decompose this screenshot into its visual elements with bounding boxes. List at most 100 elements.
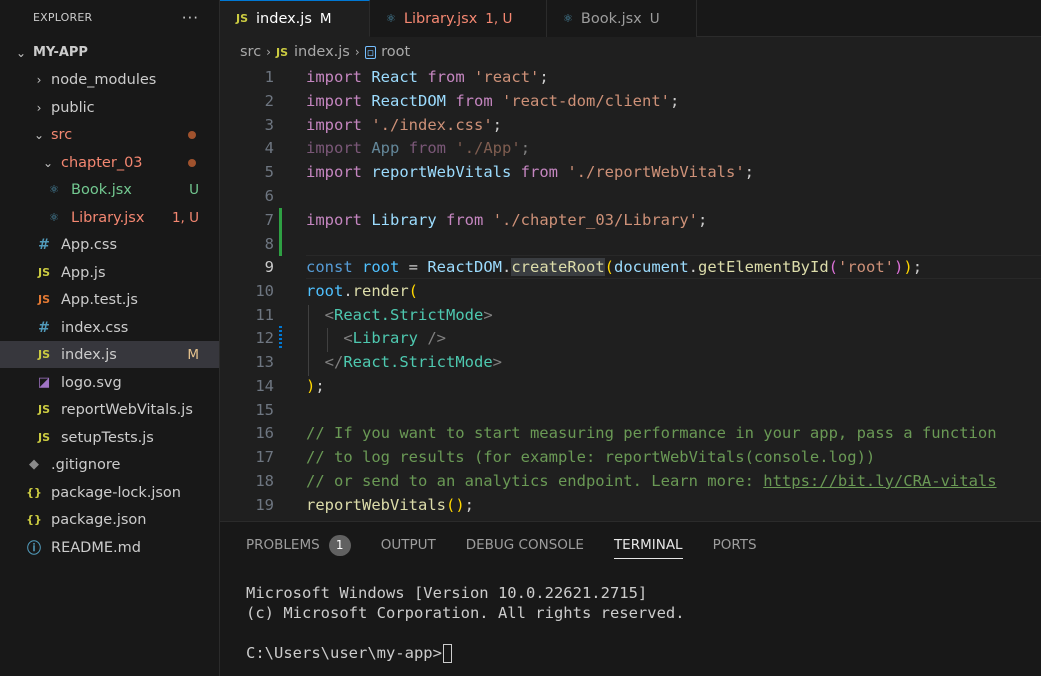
tree-item-label: App.css [61,236,118,253]
more-actions-icon[interactable]: ··· [182,9,199,27]
tab-problems[interactable]: PROBLEMS 1 [246,522,351,568]
tree-item-label: App.js [61,264,106,281]
tab-status: 1, U [485,10,513,27]
tree-item-label: index.css [61,319,129,336]
code-line: 1 import React from 'react'; [220,67,1041,89]
code-line: 7 import Library from './chapter_03/Libr… [220,208,1041,232]
chevron-down-icon: ⌄ [15,45,27,60]
react-file-icon: ⚛ [563,12,573,25]
code-line: 18 // or send to an analytics endpoint. … [220,469,1041,493]
code-link[interactable]: https://bit.ly/CRA-vitals [763,472,996,490]
panel-tabs: PROBLEMS 1 OUTPUT DEBUG CONSOLE TERMINAL… [220,522,1041,568]
terminal[interactable]: Microsoft Windows [Version 10.0.22621.27… [220,568,1041,663]
react-file-icon: ⚛ [49,183,59,196]
tree-item-label: index.js [61,346,117,363]
tree-item-readme[interactable]: ⓘ README.md [0,534,219,561]
css-file-icon: # [38,236,50,253]
tree-item-label: node_modules [51,71,157,88]
js-file-icon: JS [37,431,50,444]
tree-item-src[interactable]: ⌄ src [0,121,219,148]
editor-tabs: JS index.js M ⚛ Library.jsx 1, U ⚛ Book.… [220,0,1041,37]
git-file-icon: ◆ [29,457,39,472]
react-file-icon: ⚛ [49,211,59,224]
line-number: 10 [255,281,274,300]
tree-item-label: package.json [51,511,147,528]
tree-item-package-json[interactable]: {} package.json [0,506,219,533]
line-number: 6 [264,186,274,205]
terminal-line: Microsoft Windows [Version 10.0.22621.27… [246,584,648,602]
breadcrumb-symbol[interactable]: root [381,44,410,60]
terminal-prompt: C:\Users\user\my-app> [246,644,442,662]
line-number: 18 [255,471,274,490]
tree-item-setup-tests[interactable]: JS setupTests.js [0,424,219,451]
js-file-icon: JS [37,266,50,279]
code-line: 3 import './index.css'; [220,113,1041,137]
tree-item-label: chapter_03 [61,154,143,171]
line-number: 16 [255,423,274,442]
info-file-icon: ⓘ [27,540,41,557]
problems-count-badge: 1 [328,534,351,556]
tree-item-label: .gitignore [51,456,121,473]
tree-item-app-test-js[interactable]: JS App.test.js [0,286,219,313]
tab-status: M [319,10,332,27]
tab-debug-console[interactable]: DEBUG CONSOLE [466,522,584,568]
code-line: 8 [220,232,1041,256]
code-line: 12 <Library /> [220,326,1041,350]
tree-item-book-jsx[interactable]: ⚛ Book.jsx U [0,176,219,203]
code-line-current: 9 const root = ReactDOM.createRoot(docum… [220,255,1041,279]
line-number: 9 [264,257,274,276]
tree-item-chapter-03[interactable]: ⌄ chapter_03 [0,149,219,176]
git-modified-gutter [279,326,282,350]
chevron-down-icon: ⌄ [42,155,54,170]
code-line: 15 [220,398,1041,422]
svg-file-icon: ◪ [37,375,51,390]
git-status-badge: M [187,346,199,363]
line-number: 19 [255,495,274,514]
json-file-icon: {} [26,513,42,526]
code-line: 5 import reportWebVitals from './reportW… [220,160,1041,184]
line-number: 8 [264,234,274,253]
line-number: 1 [264,67,274,86]
tab-library-jsx[interactable]: ⚛ Library.jsx 1, U [370,0,547,37]
git-added-gutter [279,208,282,232]
chevron-down-icon: ⌄ [33,127,45,142]
json-file-icon: {} [26,486,42,499]
tree-item-index-css[interactable]: # index.css [0,314,219,341]
breadcrumb-file[interactable]: index.js [294,44,350,60]
tree-item-label: reportWebVitals.js [61,401,193,418]
tree-item-label: App.test.js [61,291,138,308]
tree-item-package-lock[interactable]: {} package-lock.json [0,479,219,506]
tab-book-jsx[interactable]: ⚛ Book.jsx U [547,0,697,37]
tree-item-index-js[interactable]: JS index.js M [0,341,219,368]
breadcrumb: src › JS index.js › ▫ root [220,37,1041,67]
tree-item-library-jsx[interactable]: ⚛ Library.jsx 1, U [0,204,219,231]
tab-terminal[interactable]: TERMINAL [613,522,683,568]
tree-item-node-modules[interactable]: › node_modules [0,66,219,93]
tree-item-gitignore[interactable]: ◆ .gitignore [0,451,219,478]
code-line: 13 </React.StrictMode> [220,350,1041,374]
line-number: 17 [255,447,274,466]
tree-item-public[interactable]: › public [0,94,219,121]
js-file-icon: JS [236,12,249,25]
modified-dot-icon [188,130,196,139]
code-line: 4 import App from './App'; [220,136,1041,160]
code-line: 17 // to log results (for example: repor… [220,445,1041,469]
tree-item-label: Library.jsx [71,209,145,226]
tab-label: index.js [256,10,312,27]
chevron-right-icon: › [354,45,360,59]
bottom-panel: PROBLEMS 1 OUTPUT DEBUG CONSOLE TERMINAL… [220,521,1041,676]
code-editor[interactable]: 1 import React from 'react'; 2 import Re… [220,67,1041,521]
tab-ports[interactable]: PORTS [713,522,757,568]
tab-index-js[interactable]: JS index.js M [220,0,370,37]
tree-item-app-css[interactable]: # App.css [0,231,219,258]
line-number: 2 [264,91,274,110]
css-file-icon: # [38,319,50,336]
tree-item-app-js[interactable]: JS App.js [0,259,219,286]
breadcrumb-folder[interactable]: src [240,44,261,60]
project-folder[interactable]: ⌄ MY-APP [0,39,219,66]
tree-item-report-web-vitals[interactable]: JS reportWebVitals.js [0,396,219,423]
line-number: 15 [255,400,274,419]
tree-item-logo-svg[interactable]: ◪ logo.svg [0,369,219,396]
chevron-right-icon: › [36,72,42,87]
tab-output[interactable]: OUTPUT [381,522,436,568]
